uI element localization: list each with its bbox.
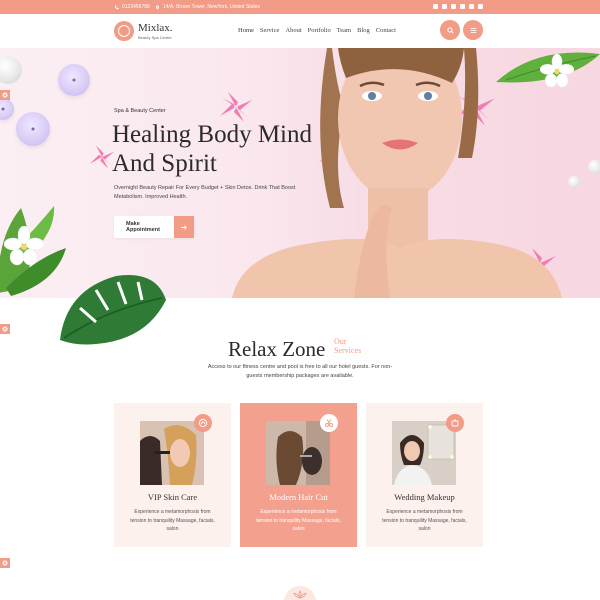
phone-info[interactable]: 0123456789 [114, 4, 150, 10]
nav-item-contact[interactable]: Contact [376, 27, 396, 34]
gear-icon [2, 560, 8, 566]
gear-icon [2, 92, 8, 98]
nav-item-about[interactable]: About [285, 27, 301, 34]
spa-stone-image [588, 160, 600, 174]
spa-stone-image [568, 176, 580, 188]
card-description: Experience a metamorphosis from tension … [130, 509, 215, 532]
arrow-right-icon: ➔ [174, 216, 194, 238]
main-nav: Home Service About Portfolio Team Blog C… [238, 27, 396, 34]
card-title: Modern Hair Cut [269, 492, 328, 502]
email-icon[interactable] [478, 4, 483, 9]
card-description: Experience a metamorphosis from tension … [382, 509, 467, 532]
lotus-icon [293, 590, 307, 599]
search-icon [446, 26, 454, 34]
make-appointment-button[interactable]: Make Appointment ➔ [114, 216, 194, 238]
hero-title: Healing Body Mind And Spirit [112, 121, 312, 177]
service-card-wedding-makeup[interactable]: Wedding Makeup Experience a metamorphosi… [366, 403, 483, 547]
candle-image [0, 98, 14, 120]
address-text: 14/A, Brown Tower, NewYork, United State… [163, 4, 260, 10]
instagram-icon[interactable] [460, 4, 465, 9]
nav-item-home[interactable]: Home [238, 27, 254, 34]
scissors-icon [320, 414, 338, 432]
card-title: VIP Skin Care [147, 492, 198, 502]
menu-icon [470, 27, 476, 33]
settings-gear-button[interactable] [0, 90, 10, 100]
nav-item-blog[interactable]: Blog [357, 27, 370, 34]
monstera-leaf-illustration [60, 275, 166, 345]
makeup-icon [446, 414, 464, 432]
service-photo [140, 421, 204, 485]
hero-description: Overnight Beauty Repair For Every Budget… [114, 185, 296, 200]
phone-number: 0123456789 [122, 4, 150, 10]
social-links [433, 4, 483, 9]
search-button[interactable] [440, 20, 460, 40]
card-description: Experience a metamorphosis from tension … [256, 509, 341, 532]
settings-gear-button[interactable] [0, 558, 10, 568]
logo-tagline: Beauty Spa Center [138, 35, 172, 40]
twitter-icon[interactable] [442, 4, 447, 9]
lotus-emblem [284, 586, 316, 600]
nav-item-portfolio[interactable]: Portfolio [308, 27, 331, 34]
linkedin-icon[interactable] [451, 4, 456, 9]
hero-banner: Spa & Beauty Center Healing Body Mind An… [0, 48, 600, 298]
facebook-icon[interactable] [433, 4, 438, 9]
flower-illustration [4, 226, 44, 266]
logo-name[interactable]: Mixlax. [138, 22, 173, 34]
service-photo [266, 421, 330, 485]
candle-image [16, 112, 50, 146]
spa-service-icon [194, 414, 212, 432]
nav-item-team[interactable]: Team [337, 27, 351, 34]
menu-button[interactable] [463, 20, 483, 40]
service-card-modern-hair-cut[interactable]: Modern Hair Cut Experience a metamorphos… [240, 403, 357, 547]
top-bar: 0123456789 14/A, Brown Tower, NewYork, U… [0, 0, 600, 14]
google-plus-icon[interactable] [469, 4, 474, 9]
section-title: Relax Zone [228, 337, 326, 361]
spa-stone-image [0, 56, 22, 84]
section-subtitle: Our Services [334, 337, 362, 355]
logo-icon[interactable] [114, 21, 134, 41]
hero-tagline: Spa & Beauty Center [114, 108, 166, 114]
site-header: Mixlax. Beauty Spa Center Home Service A… [0, 14, 600, 48]
phone-icon [114, 5, 119, 9]
location-icon [156, 5, 159, 9]
service-card-vip-skin-care[interactable]: VIP Skin Care Experience a metamorphosis… [114, 403, 231, 547]
service-photo [392, 421, 456, 485]
candle-image [58, 64, 90, 96]
make-appointment-label: Make Appointment [126, 221, 160, 233]
card-title: Wedding Makeup [394, 492, 455, 502]
address-info: 14/A, Brown Tower, NewYork, United State… [155, 4, 260, 10]
gear-icon [2, 326, 8, 332]
section-description: Access to our fitness centre and pool is… [207, 364, 393, 379]
nav-item-service[interactable]: Service [260, 27, 280, 34]
settings-gear-button[interactable] [0, 324, 10, 334]
